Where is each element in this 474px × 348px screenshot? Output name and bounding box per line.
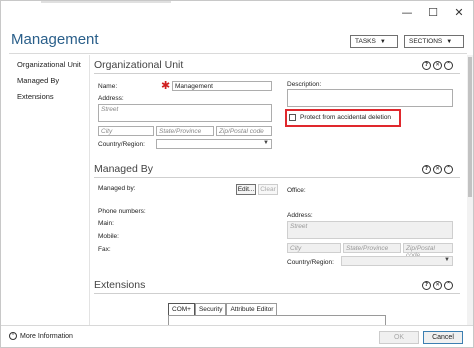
minimize-button[interactable]: —	[395, 4, 419, 20]
tasks-label: TASKS	[355, 38, 376, 45]
tasks-button[interactable]: TASKS ▼	[350, 35, 398, 48]
close-window-button[interactable]: ✕	[447, 4, 471, 20]
expand-up-icon: ⌃	[9, 332, 17, 340]
sections-label: SECTIONS	[409, 38, 443, 45]
protect-label: Protect from accidental deletion	[300, 114, 392, 121]
ok-button[interactable]: OK	[379, 331, 419, 344]
dialog-footer: ⌃ More Information OK Cancel	[1, 325, 473, 347]
section-nav: Organizational Unit Managed By Extension…	[1, 55, 89, 325]
managed-by-label: Managed by:	[98, 185, 136, 192]
section-title-extensions: Extensions	[94, 279, 146, 291]
required-icon: ✱	[161, 79, 171, 92]
section-controls: ? ✕ ⌃	[422, 61, 453, 70]
name-field[interactable]: Management	[172, 81, 272, 91]
section-controls: ? ✕ ⌃	[422, 281, 453, 290]
office-label: Office:	[287, 187, 306, 194]
nav-item-organizational-unit[interactable]: Organizational Unit	[17, 60, 81, 69]
close-section-icon[interactable]: ✕	[433, 281, 442, 290]
tab-security[interactable]: Security	[194, 303, 227, 315]
description-label: Description:	[287, 81, 322, 88]
mgr-country-label: Country/Region:	[287, 259, 334, 266]
mobile-phone-label: Mobile:	[98, 233, 119, 240]
close-section-icon[interactable]: ✕	[433, 165, 442, 174]
chevron-down-icon: ▼	[263, 140, 269, 146]
help-icon[interactable]: ?	[422, 165, 431, 174]
street-field[interactable]: Street	[98, 104, 272, 122]
tab-attribute-editor[interactable]: Attribute Editor	[226, 303, 278, 315]
nav-item-extensions[interactable]: Extensions	[17, 92, 54, 101]
content-pane: Organizational Unit ? ✕ ⌃ Name: ✱ Manage…	[90, 55, 468, 325]
address-label: Address:	[98, 95, 124, 102]
title-bar: — ☐ ✕	[1, 1, 473, 23]
edit-button[interactable]: Edit...	[236, 184, 256, 195]
chevron-down-icon: ▼	[446, 38, 453, 45]
section-controls: ? ✕ ⌃	[422, 165, 453, 174]
mgr-country-select: ▼	[341, 256, 453, 266]
zip-field[interactable]: Zip/Postal code	[216, 126, 272, 136]
chevron-down-icon: ▼	[444, 257, 450, 263]
mgr-street-field: Street	[287, 221, 453, 239]
more-information-toggle[interactable]: ⌃ More Information	[9, 332, 73, 340]
city-field[interactable]: City	[98, 126, 154, 136]
fax-label: Fax:	[98, 246, 111, 253]
tab-com-plus[interactable]: COM+	[168, 303, 195, 315]
mgr-state-field: State/Province	[343, 243, 401, 253]
clear-button[interactable]: Clear	[258, 184, 278, 195]
section-divider	[94, 177, 460, 178]
country-select[interactable]: ▼	[156, 139, 272, 149]
phone-numbers-label: Phone numbers:	[98, 208, 146, 215]
name-label: Name:	[98, 83, 118, 90]
collapse-icon[interactable]: ⌃	[444, 165, 453, 174]
help-icon[interactable]: ?	[422, 61, 431, 70]
state-field[interactable]: State/Province	[156, 126, 214, 136]
chevron-down-icon: ▼	[379, 38, 386, 45]
scrollbar-thumb[interactable]	[468, 57, 472, 197]
close-section-icon[interactable]: ✕	[433, 61, 442, 70]
collapse-icon[interactable]: ⌃	[444, 61, 453, 70]
mgr-city-field: City	[287, 243, 341, 253]
section-divider	[94, 73, 460, 74]
description-field[interactable]	[287, 89, 453, 107]
country-label: Country/Region:	[98, 141, 145, 148]
section-divider	[94, 293, 460, 294]
cancel-button[interactable]: Cancel	[423, 331, 463, 344]
maximize-button[interactable]: ☐	[421, 4, 445, 20]
help-icon[interactable]: ?	[422, 281, 431, 290]
main-phone-label: Main:	[98, 220, 114, 227]
management-dialog-window: — ☐ ✕ Management TASKS ▼ SECTIONS ▼ Orga…	[0, 0, 474, 348]
extensions-tab-panel	[168, 315, 386, 325]
more-information-label: More Information	[20, 332, 73, 340]
nav-item-managed-by[interactable]: Managed By	[17, 76, 59, 85]
title-bar-strip	[41, 1, 171, 3]
extensions-tabs: COM+ Security Attribute Editor	[168, 303, 278, 315]
protect-checkbox[interactable]	[289, 114, 296, 121]
page-title: Management	[11, 31, 99, 48]
collapse-icon[interactable]: ⌃	[444, 281, 453, 290]
header-divider	[9, 53, 467, 54]
mgr-zip-field: Zip/Postal code	[403, 243, 453, 259]
mgr-address-label: Address:	[287, 212, 313, 219]
sections-button[interactable]: SECTIONS ▼	[404, 35, 464, 48]
section-title-organizational-unit: Organizational Unit	[94, 59, 184, 71]
section-title-managed-by: Managed By	[94, 163, 153, 175]
